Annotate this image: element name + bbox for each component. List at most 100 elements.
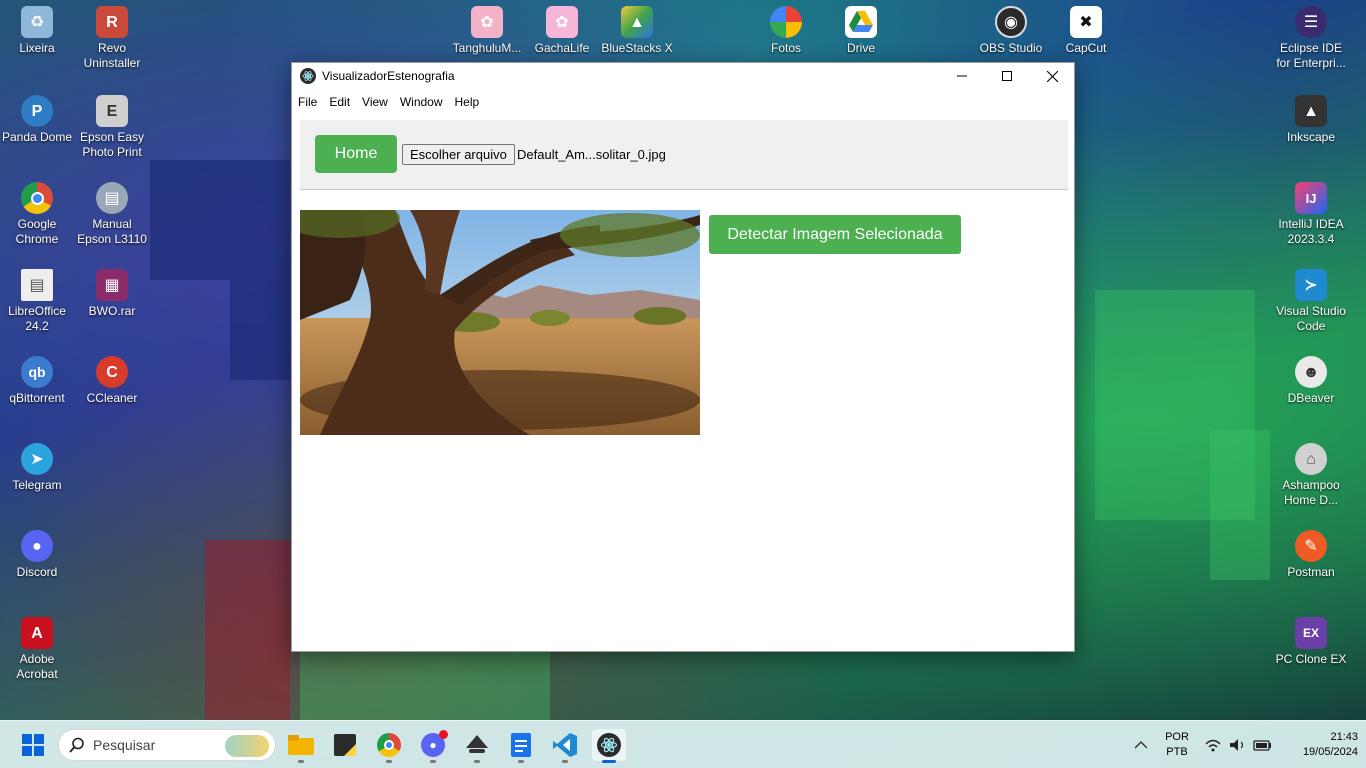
desktop-icon-qbittorrent[interactable]: qb qBittorrent (0, 350, 74, 406)
desktop-icon-label: Revo Uninstaller (83, 41, 141, 70)
taskbar-search[interactable]: Pesquisar (58, 729, 276, 761)
taskbar-inkscape[interactable] (460, 729, 494, 763)
running-indicator (474, 760, 480, 763)
desktop-icon-gachalife[interactable]: ✿ GachaLife (525, 0, 599, 56)
desktop-icon-fotos[interactable]: Fotos (749, 0, 823, 56)
manual-icon: ▤ (96, 182, 128, 214)
electron-app-icon (597, 733, 621, 757)
detect-image-button[interactable]: Detectar Imagem Selecionada (709, 215, 961, 254)
desktop-icon-obs[interactable]: ◉ OBS Studio (974, 0, 1048, 56)
desktop-icon-eclipse[interactable]: ☰ Eclipse IDE for Enterpri... (1274, 0, 1348, 71)
desktop-icon-drive[interactable]: Drive (824, 0, 898, 56)
desktop-icon-postman[interactable]: ✎ Postman (1274, 524, 1348, 580)
desktop-icon-capcut[interactable]: ✖ CapCut (1049, 0, 1123, 56)
window-title: VisualizadorEstenografia (322, 69, 455, 83)
qbittorrent-icon: qb (21, 356, 53, 388)
document-icon (511, 733, 531, 757)
vscode-icon: ≻ (1295, 269, 1327, 301)
desktop-icon-bluestacks[interactable]: ▲ BlueStacks X (600, 0, 674, 56)
taskbar-electron-app[interactable] (592, 729, 626, 763)
desktop-icon-tanghulu[interactable]: ✿ TanghuluM... (450, 0, 524, 56)
keyboard-layout: PTB (1166, 746, 1188, 758)
desktop-icon-label: Panda Dome (1, 130, 73, 144)
active-indicator (602, 760, 616, 763)
desktop-icon-telegram[interactable]: ➤ Telegram (0, 437, 74, 493)
desktop-icon-bwo-rar[interactable]: ▦ BWO.rar (75, 263, 149, 319)
menu-help[interactable]: Help (455, 95, 480, 109)
desktop-icon-ashampoo[interactable]: ⌂ Ashampoo Home D... (1274, 437, 1348, 508)
taskbar-chrome[interactable] (372, 729, 406, 763)
app-window: VisualizadorEstenografia File Edit View … (291, 62, 1075, 652)
desktop-icon-ccleaner[interactable]: C CCleaner (75, 350, 149, 406)
start-button[interactable] (16, 729, 50, 761)
inkscape-icon: ▲ (1295, 95, 1327, 127)
choose-file-button[interactable]: Escolher arquivo (402, 144, 515, 165)
inkscape-icon (466, 735, 488, 753)
taskbar-docs[interactable] (504, 729, 538, 763)
desktop-icon-chrome[interactable]: Google Chrome (0, 176, 74, 247)
google-drive-icon (845, 6, 877, 38)
maximize-button[interactable] (984, 63, 1030, 89)
desktop-icon-label: Eclipse IDE for Enterpri... (1276, 41, 1346, 70)
menu-window[interactable]: Window (400, 95, 443, 109)
desktop-icon-inkscape[interactable]: ▲ Inkscape (1274, 89, 1348, 145)
desktop-icon-label: CapCut (1065, 41, 1107, 55)
desktop-icon-vscode[interactable]: ≻ Visual Studio Code (1274, 263, 1348, 334)
taskbar-vscode[interactable] (548, 729, 582, 763)
chrome-icon (377, 733, 401, 757)
photos-icon (770, 6, 802, 38)
panda-dome-icon: P (21, 95, 53, 127)
tanghulu-icon: ✿ (471, 6, 503, 38)
desktop-icon-label: Postman (1287, 565, 1335, 579)
desktop-icon-manual-epson[interactable]: ▤ Manual Epson L3110 (75, 176, 149, 247)
desktop-icon-lixeira[interactable]: ♻ Lixeira (0, 0, 74, 56)
desktop-icon-epson-photo[interactable]: E Epson Easy Photo Print (75, 89, 149, 160)
menu-bar: File Edit View Window Help (292, 89, 1074, 114)
language-indicator[interactable]: POR PTB (1160, 730, 1194, 760)
desktop-icon-label: PC Clone EX (1275, 652, 1347, 666)
chrome-icon (21, 182, 53, 214)
desktop-icon-label: Ashampoo Home D... (1282, 478, 1340, 507)
intellij-icon: IJ (1295, 182, 1327, 214)
desktop-icon-label: Visual Studio Code (1276, 304, 1346, 333)
epson-photo-icon: E (96, 95, 128, 127)
taskbar-discord[interactable]: ● (416, 729, 450, 763)
desktop-icon-discord[interactable]: ● Discord (0, 524, 74, 580)
taskbar: Pesquisar ● POR PTB 21:43 19/05/2024 (0, 720, 1366, 768)
menu-edit[interactable]: Edit (329, 95, 350, 109)
desktop-icon-intellij[interactable]: IJ IntelliJ IDEA 2023.3.4 (1274, 176, 1348, 247)
desktop-icon-panda-dome[interactable]: P Panda Dome (0, 89, 74, 145)
desktop-icon-label: Drive (846, 41, 875, 55)
running-indicator (386, 760, 392, 763)
desktop-icon-revo[interactable]: R Revo Uninstaller (75, 0, 149, 71)
sticky-notes-icon (334, 734, 356, 756)
desktop-icon-acrobat[interactable]: A Adobe Acrobat (0, 611, 74, 682)
desktop-icon-dbeaver[interactable]: ☻ DBeaver (1274, 350, 1348, 406)
wallpaper-block (300, 650, 550, 720)
capcut-icon: ✖ (1070, 6, 1102, 38)
minimize-icon (957, 75, 967, 77)
windows-logo-icon (22, 734, 44, 756)
minimize-button[interactable] (939, 63, 985, 89)
ashampoo-icon: ⌂ (1295, 443, 1327, 475)
bluestacks-icon: ▲ (621, 6, 653, 38)
desktop-icon-label: BWO.rar (88, 304, 136, 318)
tray-status-icons[interactable] (1202, 729, 1276, 761)
winrar-icon: ▦ (96, 269, 128, 301)
taskbar-file-explorer[interactable] (284, 729, 318, 763)
desktop-icon-label: Google Chrome (15, 217, 59, 246)
wallpaper-block (205, 540, 290, 720)
desktop-icon-libreoffice[interactable]: ▤ LibreOffice 24.2 (0, 263, 74, 334)
close-button[interactable] (1029, 63, 1075, 89)
show-hidden-icons-button[interactable] (1126, 729, 1156, 761)
title-bar[interactable]: VisualizadorEstenografia (292, 63, 1074, 89)
selected-file-name: Default_Am...solitar_0.jpg (517, 147, 666, 162)
revo-uninstaller-icon: R (96, 6, 128, 38)
clock[interactable]: 21:43 19/05/2024 (1282, 730, 1358, 760)
taskbar-sticky-notes[interactable] (328, 729, 362, 761)
menu-file[interactable]: File (298, 95, 317, 109)
electron-app-icon (300, 68, 316, 84)
desktop-icon-pc-clone[interactable]: EX PC Clone EX (1274, 611, 1348, 667)
menu-view[interactable]: View (362, 95, 388, 109)
home-button[interactable]: Home (315, 135, 397, 173)
